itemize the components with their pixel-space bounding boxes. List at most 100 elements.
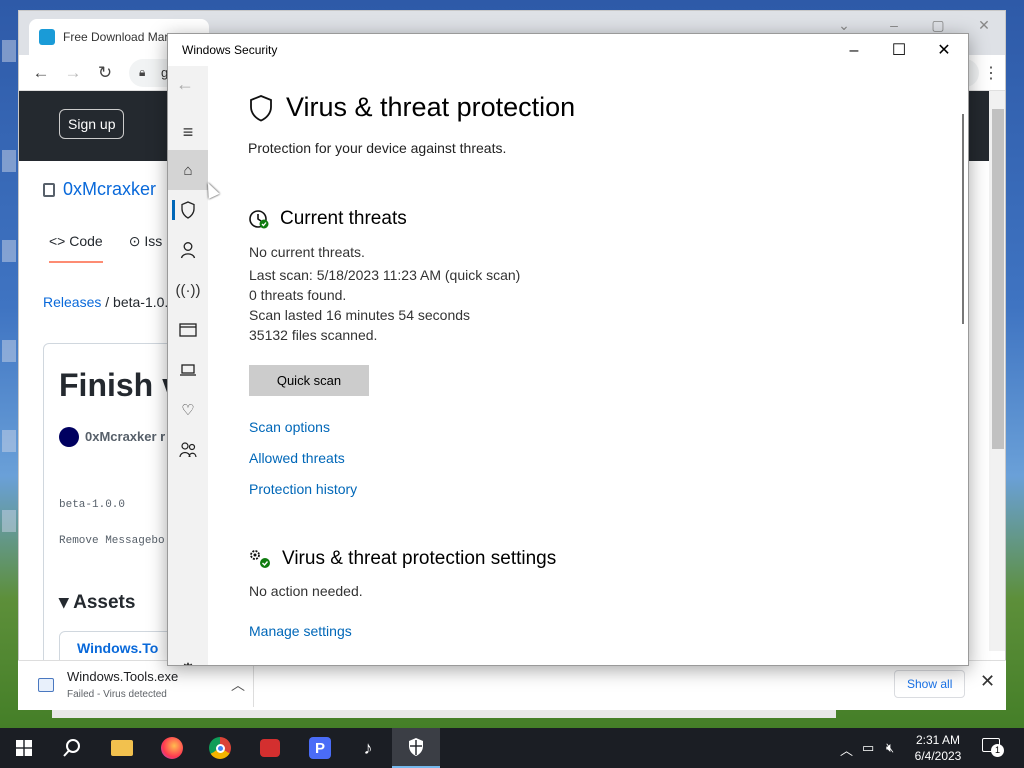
repo-icon	[43, 182, 55, 197]
back-arrow-icon[interactable]: ←	[176, 74, 194, 95]
fdm-favicon-icon	[39, 29, 55, 45]
settings-status-line: No action needed.	[249, 583, 363, 599]
window-title: Windows Security	[182, 43, 278, 57]
scan-duration-line: Scan lasted 16 minutes 54 seconds	[249, 307, 471, 323]
windows-security-window: Windows Security – ☐ ✕ ← ≡ ⌂ ((·)) ♡ ⚙ V…	[167, 33, 969, 666]
settings-gears-icon	[250, 550, 270, 568]
reload-icon[interactable]: ↻	[93, 63, 117, 83]
sign-up-button[interactable]: Sign up	[59, 109, 125, 139]
screen-recorder-icon[interactable]	[246, 728, 294, 768]
firefox-icon[interactable]	[148, 728, 196, 768]
download-bar: Windows.Tools.exe Failed - Virus detecte…	[18, 660, 1006, 710]
desktop-icon[interactable]	[2, 150, 16, 172]
release-title: Finish v	[59, 367, 180, 403]
breadcrumb: Releases / beta-1.0.0	[43, 294, 177, 310]
files-scanned-line: 35132 files scanned.	[249, 327, 378, 343]
browser-scrollbar[interactable]	[989, 91, 1005, 651]
windows-security-taskbar-icon[interactable]	[392, 728, 440, 768]
breadcrumb-releases-link[interactable]: Releases	[43, 294, 101, 310]
windows-logo-icon	[16, 740, 32, 756]
download-status: Failed - Virus detected	[67, 689, 167, 700]
browser-close-button[interactable]: ✕	[969, 17, 999, 34]
tab-code[interactable]: <> Code	[49, 233, 103, 263]
wireless-icon[interactable]: ((·))	[168, 270, 208, 310]
current-threats-heading: Current threats	[248, 208, 407, 230]
assets-heading[interactable]: ▾ Assets	[59, 591, 135, 614]
allowed-threats-link[interactable]: Allowed threats	[249, 450, 345, 466]
minimize-button[interactable]: –	[832, 38, 876, 64]
navigation-rail: ← ≡ ⌂ ((·)) ♡ ⚙	[168, 66, 208, 665]
person-icon[interactable]	[168, 230, 208, 270]
chevron-up-icon[interactable]: ︿	[231, 675, 245, 695]
device-icon[interactable]	[168, 350, 208, 390]
clock-time: 2:31 AM	[915, 733, 961, 747]
gear-icon[interactable]: ⚙	[168, 650, 208, 665]
desktop-icons-strip	[0, 0, 18, 730]
notification-center-icon[interactable]: 1	[982, 738, 1004, 757]
download-filename: Windows.Tools.exe	[67, 669, 179, 684]
scrollbar[interactable]: ▼	[958, 66, 968, 665]
desktop-icon[interactable]	[2, 340, 16, 362]
network-icon[interactable]: ▭	[862, 740, 874, 756]
browser-minimize-button[interactable]: –	[879, 17, 909, 33]
tab-code-label: Code	[69, 233, 103, 249]
avatar[interactable]	[59, 427, 79, 447]
shield-icon[interactable]	[168, 190, 208, 230]
release-author[interactable]: 0xMcraxker r	[85, 429, 165, 444]
tab-issues-label: Iss	[144, 233, 163, 249]
settings-title: Virus & threat protection settings	[282, 548, 557, 569]
lock-icon: 🔒︎	[139, 65, 146, 79]
protection-history-link[interactable]: Protection history	[249, 481, 357, 497]
volume-muted-icon[interactable]: 🔇︎	[886, 740, 894, 756]
title-bar[interactable]: Windows Security – ☐ ✕	[168, 34, 968, 66]
notification-badge: 1	[991, 744, 1004, 757]
manage-settings-link[interactable]: Manage settings	[249, 623, 352, 639]
desktop-icon[interactable]	[2, 240, 16, 262]
back-arrow-icon[interactable]: ←	[29, 63, 53, 83]
file-icon	[38, 678, 54, 692]
tab-issues[interactable]: ⊙ Iss	[129, 233, 163, 263]
clock-date: 6/4/2023	[914, 749, 962, 763]
download-item[interactable]: Windows.Tools.exe Failed - Virus detecte…	[26, 665, 254, 707]
repo-name[interactable]: 0xMcraxker	[63, 179, 156, 200]
show-all-button[interactable]: Show all	[894, 670, 966, 698]
threat-status-line: No current threats.	[249, 244, 365, 260]
desktop-icon[interactable]	[2, 510, 16, 532]
asset-link[interactable]: Windows.To	[77, 640, 158, 656]
chevron-up-icon[interactable]: ︿	[840, 740, 853, 759]
forward-arrow-icon[interactable]: →	[61, 63, 85, 83]
health-icon[interactable]: ♡	[168, 390, 208, 430]
desktop-icon[interactable]	[2, 430, 16, 452]
page-subtitle: Protection for your device against threa…	[248, 140, 507, 156]
maximize-button[interactable]: ☐	[877, 38, 921, 64]
scan-options-link[interactable]: Scan options	[249, 419, 330, 435]
quick-scan-button[interactable]: Quick scan	[249, 365, 369, 396]
taskbar: P ♪ ︿ ▭ 🔇︎ 2:31 AM 6/4/2023 1	[0, 728, 1024, 768]
tiktok-icon[interactable]: ♪	[344, 728, 392, 768]
clock[interactable]: 2:31 AM 6/4/2023	[912, 732, 964, 764]
desktop-icon[interactable]	[2, 40, 16, 62]
app-browser-icon[interactable]	[168, 310, 208, 350]
scrollbar-thumb[interactable]	[992, 109, 1004, 449]
chrome-icon[interactable]	[196, 728, 244, 768]
close-icon[interactable]: ✕	[980, 671, 995, 692]
tab-search-icon[interactable]: ⌄	[829, 17, 859, 34]
release-description: Remove Messagebo	[59, 535, 165, 547]
repo-tabs: <> Code ⊙ Iss	[49, 233, 162, 263]
search-icon[interactable]	[48, 728, 96, 768]
start-button[interactable]	[0, 728, 48, 768]
browser-menu-icon[interactable]: ⋮	[983, 63, 999, 83]
scan-history-icon	[249, 210, 269, 229]
page-title: Virus & threat protection	[286, 92, 576, 122]
assets-label: Assets	[73, 592, 136, 613]
file-explorer-icon[interactable]	[98, 728, 146, 768]
browser-maximize-button[interactable]: ▢	[923, 17, 953, 34]
scrollbar-thumb[interactable]	[962, 114, 964, 324]
p-app-icon[interactable]: P	[296, 728, 344, 768]
family-icon[interactable]	[168, 430, 208, 470]
close-button[interactable]: ✕	[922, 38, 966, 64]
current-threats-title: Current threats	[280, 208, 407, 229]
hamburger-menu-icon[interactable]: ≡	[168, 112, 208, 152]
repo-title[interactable]: 0xMcraxker	[43, 179, 156, 200]
last-scan-line: Last scan: 5/18/2023 11:23 AM (quick sca…	[249, 267, 521, 283]
